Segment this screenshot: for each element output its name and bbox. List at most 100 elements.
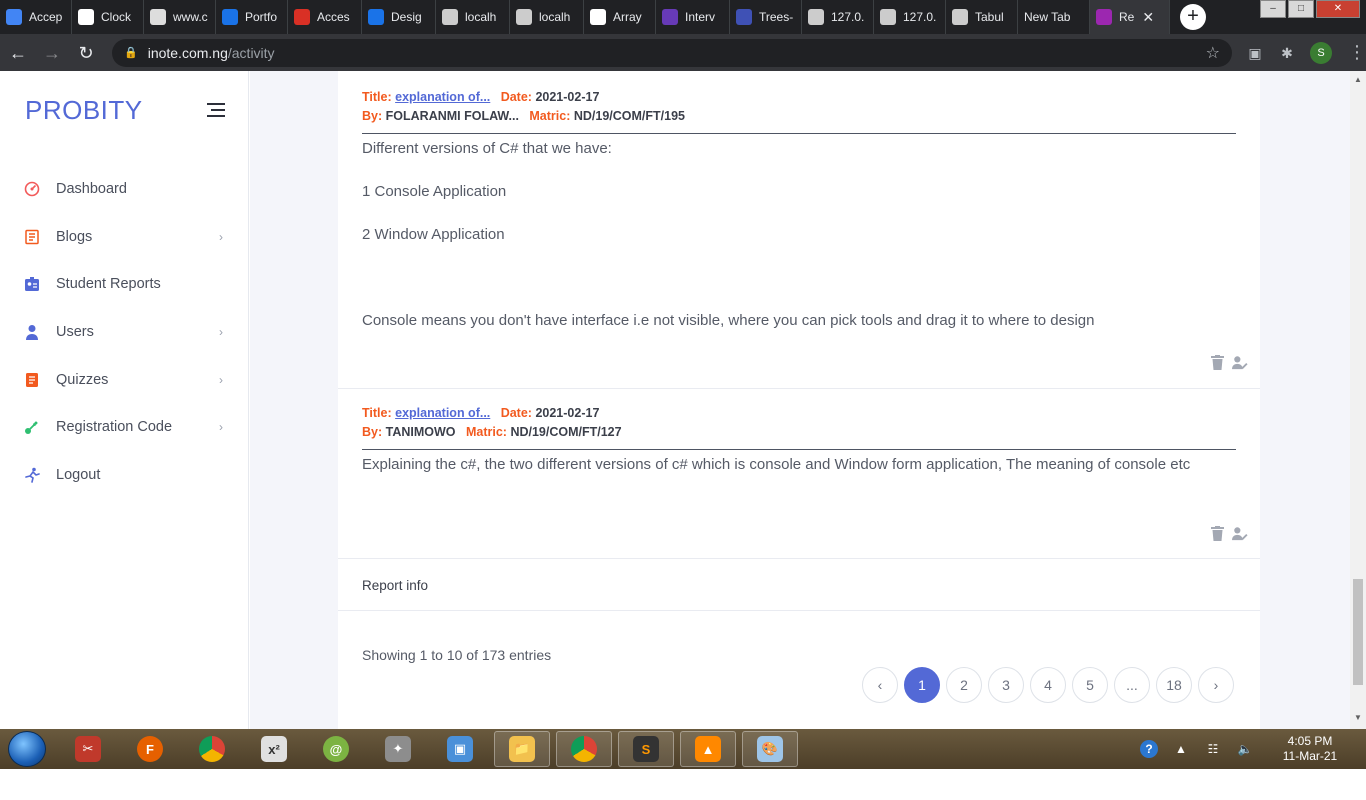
previous-page-button[interactable]: ‹ <box>862 667 898 703</box>
maximize-icon[interactable]: □ <box>1288 0 1314 18</box>
entry-body: Different versions of C# that we have: 1… <box>362 135 1236 334</box>
volume-icon[interactable]: 🔈 <box>1236 740 1254 758</box>
page-button[interactable]: 2 <box>946 667 982 703</box>
browser-tab[interactable]: Accep <box>0 0 72 34</box>
scroll-up-icon[interactable]: ▲ <box>1354 75 1362 84</box>
browser-tab[interactable]: localh <box>510 0 584 34</box>
sidebar-item-quizzes[interactable]: Quizzes › <box>0 356 249 404</box>
user-edit-icon[interactable] <box>1232 525 1248 541</box>
sidebar-item-dashboard[interactable]: Dashboard <box>0 165 249 213</box>
minimize-icon[interactable]: – <box>1260 0 1286 18</box>
browser-tab[interactable]: Portfo <box>216 0 288 34</box>
sidebar: PROBITY Dashboard Blogs › Student Reports Us… <box>0 71 249 729</box>
trash-icon[interactable] <box>1209 354 1225 370</box>
entry-title-link[interactable]: explanation of... <box>395 90 490 104</box>
user-icon <box>23 323 40 340</box>
browser-tab-label: Clock <box>101 10 132 24</box>
next-page-button[interactable]: › <box>1198 667 1234 703</box>
browser-tab[interactable]: Desig <box>362 0 436 34</box>
help-icon[interactable]: ? <box>1140 740 1158 758</box>
browser-tab[interactable]: New Tab <box>1018 0 1090 34</box>
globe-icon <box>808 9 824 25</box>
browser-tab-label: Tabul <box>975 10 1004 24</box>
browser-tab[interactable]: 127.0. <box>874 0 946 34</box>
virtualbox-icon[interactable]: ▣ <box>432 731 488 767</box>
file-explorer-icon[interactable]: 📁 <box>494 731 550 767</box>
browser-toolbar: ← → ↻ 🔒 inote.com.ng/activity ☆ ▣ ✱ S ⋮ <box>0 34 1366 71</box>
logout-icon <box>23 466 40 483</box>
close-tab-icon[interactable]: ✕ <box>1142 9 1154 26</box>
address-bar[interactable]: 🔒 inote.com.ng/activity ☆ <box>112 38 1232 67</box>
page-button[interactable]: 18 <box>1156 667 1192 703</box>
browser-menu-icon[interactable]: ⋮ <box>1348 42 1366 63</box>
browser-tab[interactable]: Interv <box>656 0 730 34</box>
hamburger-menu-icon[interactable] <box>207 103 225 121</box>
trash-icon[interactable] <box>1209 525 1225 541</box>
paint-icon[interactable]: 🎨 <box>742 731 798 767</box>
browser-tab[interactable]: 127.0. <box>802 0 874 34</box>
entry-meta-row-2: By: FOLARANMI FOLAW... Matric: ND/19/COM… <box>362 107 1236 126</box>
entry-body: Explaining the c#, the two different ver… <box>362 451 1236 478</box>
snipping-tool-icon[interactable]: ✂ <box>60 731 116 767</box>
dashboard-icon <box>23 180 40 197</box>
key-icon <box>23 419 40 436</box>
browser-tab[interactable]: localh <box>436 0 510 34</box>
url-path: /activity <box>227 44 275 61</box>
user-edit-icon[interactable] <box>1232 354 1248 370</box>
screen-bottom <box>0 769 1366 800</box>
browser-tab[interactable]: Trees- <box>730 0 802 34</box>
feather-app-icon[interactable]: ✦ <box>370 731 426 767</box>
firefox-icon[interactable]: F <box>122 731 178 767</box>
chrome-icon[interactable] <box>184 731 240 767</box>
lizard-app-icon[interactable]: @ <box>308 731 364 767</box>
chrome-window-icon[interactable] <box>556 731 612 767</box>
show-hidden-icons[interactable]: ▲ <box>1172 740 1190 758</box>
system-clock[interactable]: 4:05 PM 11-Mar-21 <box>1270 734 1350 764</box>
entry-actions <box>1202 354 1248 370</box>
browser-tab[interactable]: Clock <box>72 0 144 34</box>
page-button[interactable]: 3 <box>988 667 1024 703</box>
back-icon[interactable]: ← <box>2 37 34 69</box>
page-scrollbar[interactable]: ▲ ▼ <box>1350 71 1366 729</box>
bookmark-star-icon[interactable]: ☆ <box>1206 43 1220 63</box>
calculator-icon[interactable]: x² <box>246 731 302 767</box>
browser-tab-label: Desig <box>391 10 422 24</box>
entry-separator <box>338 558 1260 559</box>
browser-tab[interactable]: Acces <box>288 0 362 34</box>
entry-meta-row-2: By: TANIMOWO Matric: ND/19/COM/FT/127 <box>362 423 1236 442</box>
vlc-icon[interactable]: ▲ <box>680 731 736 767</box>
brand-logo[interactable]: PROBITY <box>25 95 143 126</box>
scroll-down-icon[interactable]: ▼ <box>1354 713 1362 722</box>
entry-title-link[interactable]: explanation of... <box>395 406 490 420</box>
page-button[interactable]: 5 <box>1072 667 1108 703</box>
sidebar-item-logout[interactable]: Logout <box>0 451 249 499</box>
reload-icon[interactable]: ↻ <box>70 37 102 69</box>
section-separator <box>338 610 1260 611</box>
network-icon[interactable]: ☷ <box>1204 740 1222 758</box>
start-button[interactable] <box>8 731 46 767</box>
sublime-text-icon[interactable]: S <box>618 731 674 767</box>
sidebar-item-registration-code[interactable]: Registration Code › <box>0 403 249 451</box>
profile-avatar[interactable]: S <box>1310 41 1332 64</box>
browser-tab[interactable]: Re ✕ <box>1090 0 1170 34</box>
app-icon <box>1096 9 1112 25</box>
page-button[interactable]: 4 <box>1030 667 1066 703</box>
cube-extension-icon[interactable]: ▣ <box>1246 44 1264 62</box>
sidebar-item-blogs[interactable]: Blogs › <box>0 213 249 261</box>
globe-icon <box>952 9 968 25</box>
browser-tab[interactable]: Array <box>584 0 656 34</box>
browser-tab[interactable]: www.c <box>144 0 216 34</box>
sidebar-item-student-reports[interactable]: Student Reports <box>0 260 249 308</box>
page-button[interactable]: ... <box>1114 667 1150 703</box>
puzzle-extensions-icon[interactable]: ✱ <box>1278 44 1296 62</box>
entry-line: Console means you don't have interface i… <box>362 312 1095 329</box>
page-button[interactable]: 1 <box>904 667 940 703</box>
sidebar-item-users[interactable]: Users › <box>0 308 249 356</box>
pagination: ‹ 1 2 3 4 5... 18 › <box>862 667 1240 703</box>
entry-line: 2 Window Application <box>362 226 505 243</box>
browser-tab[interactable]: Tabul <box>946 0 1018 34</box>
window-close-icon[interactable]: ✕ <box>1316 0 1360 18</box>
forward-icon[interactable]: → <box>36 37 68 69</box>
scrollbar-thumb[interactable] <box>1353 579 1363 685</box>
new-tab-button[interactable]: + <box>1180 4 1206 30</box>
